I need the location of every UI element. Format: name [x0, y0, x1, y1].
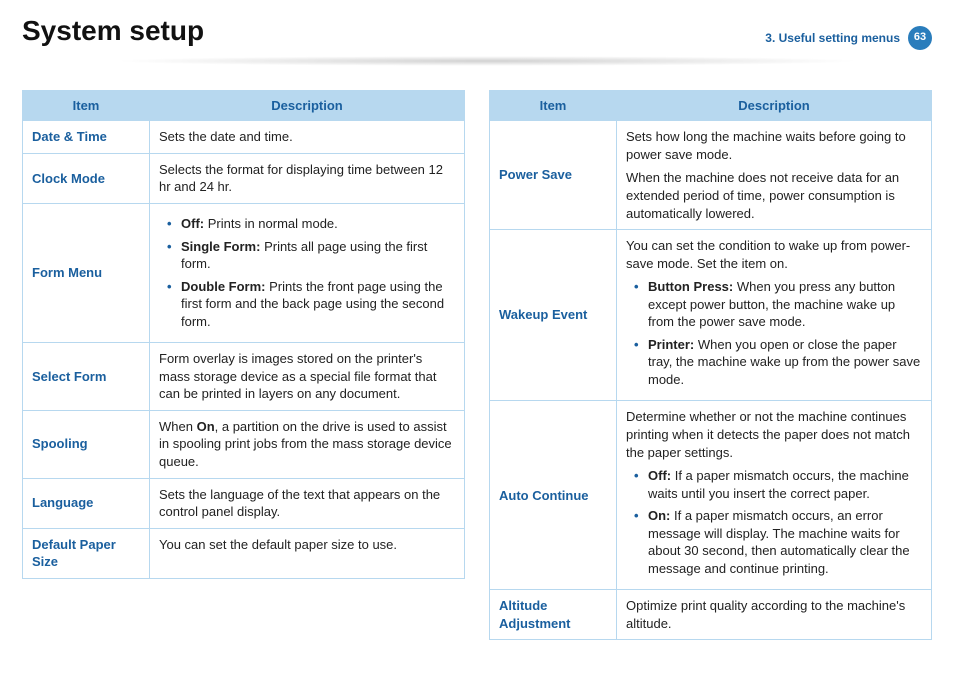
- item-clock-mode: Clock Mode: [23, 153, 150, 203]
- desc-wakeup-event: You can set the condition to wake up fro…: [617, 230, 932, 401]
- col-header-item: Item: [23, 90, 150, 121]
- table-row: Wakeup Event You can set the condition t…: [490, 230, 932, 401]
- bold-auto-off: Off:: [648, 468, 671, 483]
- table-row: Language Sets the language of the text t…: [23, 478, 465, 528]
- left-column: Item Description Date & Time Sets the da…: [22, 90, 465, 641]
- desc-altitude-adjustment: Optimize print quality according to the …: [617, 590, 932, 640]
- list-item: Printer: When you open or close the pape…: [638, 336, 922, 389]
- desc-auto-continue: Determine whether or not the machine con…: [617, 401, 932, 590]
- item-form-menu: Form Menu: [23, 203, 150, 342]
- bold-off: Off:: [181, 216, 204, 231]
- desc-form-menu: Off: Prints in normal mode. Single Form:…: [150, 203, 465, 342]
- text-spool-pre: When: [159, 419, 197, 434]
- list-item: Off: Prints in normal mode.: [171, 215, 455, 233]
- item-auto-continue: Auto Continue: [490, 401, 617, 590]
- text-power-p1: Sets how long the machine waits before g…: [626, 128, 922, 163]
- table-row: Spooling When On, a partition on the dri…: [23, 410, 465, 478]
- breadcrumb: 3. Useful setting menus 63: [765, 26, 932, 50]
- item-altitude-adjustment: Altitude Adjustment: [490, 590, 617, 640]
- item-wakeup-event: Wakeup Event: [490, 230, 617, 401]
- table-header-row: Item Description: [23, 90, 465, 121]
- wakeup-list: Button Press: When you press any button …: [626, 278, 922, 388]
- right-column: Item Description Power Save Sets how lon…: [489, 90, 932, 641]
- chapter-label: 3. Useful setting menus: [765, 30, 900, 46]
- bold-double: Double Form:: [181, 279, 266, 294]
- desc-spooling: When On, a partition on the drive is use…: [150, 410, 465, 478]
- table-row: Default Paper Size You can set the defau…: [23, 528, 465, 578]
- item-select-form: Select Form: [23, 343, 150, 411]
- bold-single: Single Form:: [181, 239, 260, 254]
- text-auto-intro: Determine whether or not the machine con…: [626, 408, 922, 461]
- table-row: Auto Continue Determine whether or not t…: [490, 401, 932, 590]
- list-item: On: If a paper mismatch occurs, an error…: [638, 507, 922, 577]
- right-table: Item Description Power Save Sets how lon…: [489, 90, 932, 641]
- bold-button-press: Button Press:: [648, 279, 737, 294]
- col-header-item: Item: [490, 90, 617, 121]
- text-auto-off: If a paper mismatch occurs, the machine …: [648, 468, 909, 501]
- bold-spool-on: On: [197, 419, 215, 434]
- desc-language: Sets the language of the text that appea…: [150, 478, 465, 528]
- content-columns: Item Description Date & Time Sets the da…: [22, 90, 932, 641]
- item-date-time: Date & Time: [23, 121, 150, 154]
- header-shadow: [112, 56, 862, 66]
- left-table: Item Description Date & Time Sets the da…: [22, 90, 465, 579]
- list-item: Off: If a paper mismatch occurs, the mac…: [638, 467, 922, 502]
- auto-continue-list: Off: If a paper mismatch occurs, the mac…: [626, 467, 922, 577]
- desc-power-save: Sets how long the machine waits before g…: [617, 121, 932, 230]
- text-power-p2: When the machine does not receive data f…: [626, 169, 922, 222]
- page-title: System setup: [22, 12, 204, 50]
- list-item: Single Form: Prints all page using the f…: [171, 238, 455, 273]
- table-row: Power Save Sets how long the machine wai…: [490, 121, 932, 230]
- table-header-row: Item Description: [490, 90, 932, 121]
- item-language: Language: [23, 478, 150, 528]
- item-default-paper-size: Default Paper Size: [23, 528, 150, 578]
- text-off: Prints in normal mode.: [204, 216, 338, 231]
- page-root: System setup 3. Useful setting menus 63 …: [0, 0, 954, 640]
- text-wake-intro: You can set the condition to wake up fro…: [626, 237, 922, 272]
- desc-select-form: Form overlay is images stored on the pri…: [150, 343, 465, 411]
- bold-printer: Printer:: [648, 337, 694, 352]
- page-header: System setup 3. Useful setting menus 63: [22, 12, 932, 50]
- list-item: Double Form: Prints the front page using…: [171, 278, 455, 331]
- list-item: Button Press: When you press any button …: [638, 278, 922, 331]
- table-row: Clock Mode Selects the format for displa…: [23, 153, 465, 203]
- item-spooling: Spooling: [23, 410, 150, 478]
- text-auto-on: If a paper mismatch occurs, an error mes…: [648, 508, 910, 576]
- col-header-desc: Description: [150, 90, 465, 121]
- page-number-badge: 63: [908, 26, 932, 50]
- table-row: Select Form Form overlay is images store…: [23, 343, 465, 411]
- col-header-desc: Description: [617, 90, 932, 121]
- desc-default-paper-size: You can set the default paper size to us…: [150, 528, 465, 578]
- item-power-save: Power Save: [490, 121, 617, 230]
- table-row: Altitude Adjustment Optimize print quali…: [490, 590, 932, 640]
- bold-auto-on: On:: [648, 508, 670, 523]
- table-row: Date & Time Sets the date and time.: [23, 121, 465, 154]
- desc-date-time: Sets the date and time.: [150, 121, 465, 154]
- table-row: Form Menu Off: Prints in normal mode. Si…: [23, 203, 465, 342]
- form-menu-list: Off: Prints in normal mode. Single Form:…: [159, 215, 455, 330]
- desc-clock-mode: Selects the format for displaying time b…: [150, 153, 465, 203]
